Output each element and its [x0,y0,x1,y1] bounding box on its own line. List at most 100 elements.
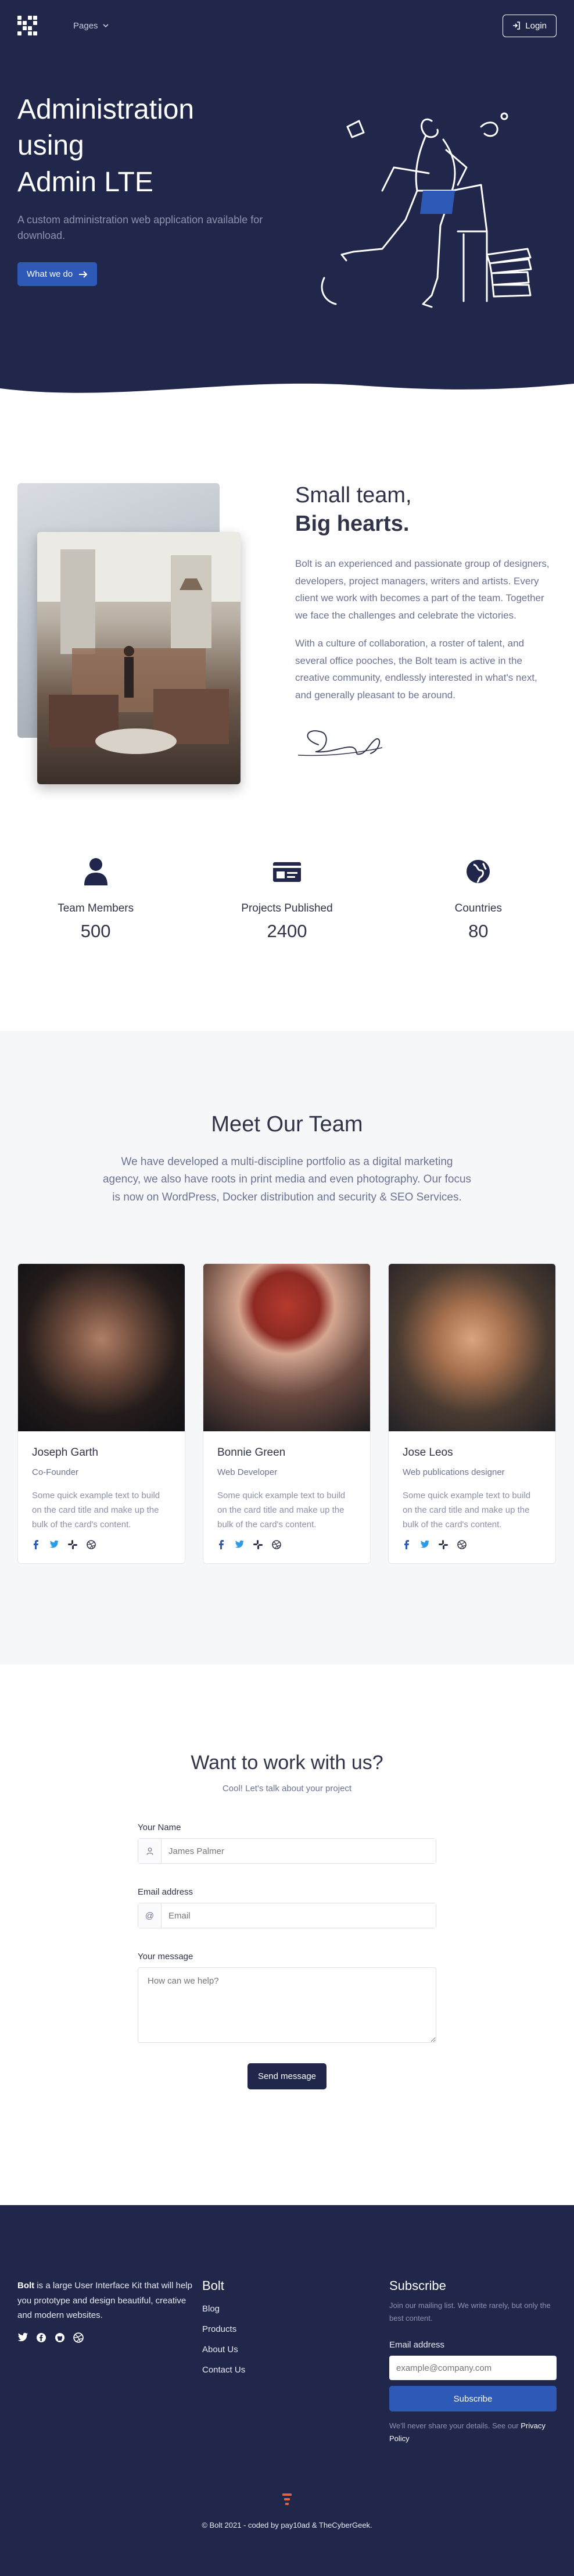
hero-title-line3: Admin LTE [17,166,153,198]
team-title: Meet Our Team [211,1112,363,1137]
footer-columns: Bolt is a large User Interface Kit that … [17,2278,557,2445]
member-name: Joseph Garth [32,1446,99,1459]
hero-title: Administration using Admin LTE [17,92,285,201]
team-card: Joseph Garth Co-Founder Some quick examp… [17,1263,185,1564]
what-we-do-button[interactable]: What we do [17,262,98,287]
about-text: Small team, Big hearts. Bolt is an exper… [295,481,551,765]
member-name: Jose Leos [403,1446,453,1459]
pages-dropdown[interactable]: Pages [73,21,109,31]
member-text: Some quick example text to build on the … [32,1491,160,1530]
team-cards: Joseph Garth Co-Founder Some quick examp… [0,1263,574,1564]
card-body: Bonnie Green Web Developer Some quick ex… [203,1431,370,1563]
stat-projects-published: Projects Published 2400 [229,856,345,1031]
email-input[interactable] [162,1903,436,1928]
stat-value: 2400 [267,921,307,941]
card-body: Joseph Garth Co-Founder Some quick examp… [18,1431,185,1563]
slack-icon[interactable] [68,1540,77,1550]
contact-section: Want to work with us? Cool! Let's talk a… [0,1664,574,2205]
contact-form: Your Name Email address @ Your message S… [138,1823,436,2089]
chevron-down-icon [102,24,109,28]
stat-label: Countries [454,902,502,914]
team-card: Jose Leos Web publications designer Some… [388,1263,556,1564]
about-heading-light: Small team, [295,483,412,508]
login-button[interactable]: Login [503,14,557,37]
privacy-note: We'll never share your details. See our … [389,2420,557,2445]
footer-link-blog[interactable]: Blog [202,2304,389,2314]
footer-about: Bolt is a large User Interface Kit that … [17,2278,202,2445]
subscribe-button[interactable]: Subscribe [389,2386,557,2412]
name-input-group [138,1838,436,1864]
member-name: Bonnie Green [217,1446,286,1459]
hero-title-line2: using [17,130,84,162]
member-socials [403,1540,541,1550]
signature [297,730,383,756]
stat-team-members: Team Members 500 [38,856,154,1031]
stat-value: 80 [468,921,489,941]
pages-label: Pages [73,20,98,31]
email-label: Email address [138,1887,193,1897]
header: Pages Login Administration using Admin L… [0,0,574,406]
about-paragraph-2: With a culture of collaboration, a roste… [295,637,537,701]
stat-countries: Countries 80 [420,856,536,1031]
privacy-note-text: We'll never share your details. See our [389,2421,521,2431]
dribbble-icon[interactable] [73,2332,84,2343]
about-section: Small team, Big hearts. Bolt is an exper… [0,406,574,839]
facebook-icon[interactable] [32,1540,40,1550]
footer-description-text: is a large User Interface Kit that will … [17,2281,192,2320]
member-photo [389,1264,555,1432]
footer-description: Bolt is a large User Interface Kit that … [17,2278,202,2323]
twitter-icon[interactable] [235,1540,244,1548]
footer-brand-bold: Bolt [17,2281,35,2291]
stats-section: Team Members 500 Projects Published 2400… [0,839,574,1031]
name-input[interactable] [162,1839,436,1863]
team-lead: We have developed a multi-discipline por… [102,1156,472,1203]
hero-title-line1: Administration [17,94,195,125]
member-photo [18,1264,185,1432]
footer-link-contact-us[interactable]: Contact Us [202,2365,389,2375]
logo[interactable] [17,16,37,35]
stat-label: Projects Published [241,902,333,914]
arrow-right-icon [79,270,88,278]
dribbble-icon[interactable] [457,1540,467,1550]
message-textarea[interactable] [138,1967,436,2043]
subscribe-email-input[interactable] [389,2356,557,2381]
slack-icon[interactable] [439,1540,448,1550]
office-photo-front [37,532,241,784]
facebook-circle-icon[interactable] [36,2332,46,2343]
footer-links-title: Bolt [202,2278,224,2293]
subscribe-text: Join our mailing list. We write rarely, … [389,2301,551,2323]
send-message-button[interactable]: Send message [247,2063,327,2089]
name-label: Your Name [138,1823,181,1832]
twitter-icon[interactable] [420,1540,429,1548]
member-socials [32,1540,171,1550]
footer-link-products[interactable]: Products [202,2324,389,2334]
member-photo [203,1264,370,1432]
about-heading: Small team, Big hearts. [295,481,551,539]
login-label: Login [525,20,547,31]
card-body: Jose Leos Web publications designer Some… [389,1431,555,1563]
footer-link-about-us[interactable]: About Us [202,2345,389,2355]
contact-title: Want to work with us? [191,1752,383,1774]
contact-subtitle: Cool! Let's talk about your project [222,1784,352,1793]
hero-section: Administration using Admin LTE A custom … [0,51,574,406]
about-heading-bold: Big hearts. [295,512,410,537]
bolt-logo-icon [282,2493,292,2505]
footer: Bolt is a large User Interface Kit that … [0,2205,574,2576]
facebook-icon[interactable] [403,1540,411,1550]
id-card-icon [272,862,301,882]
member-text: Some quick example text to build on the … [403,1491,531,1530]
at-sign-icon: @ [138,1903,162,1928]
dribbble-icon[interactable] [272,1540,281,1550]
message-label: Your message [138,1952,193,1962]
dribbble-icon[interactable] [87,1540,96,1550]
member-role: Co-Founder [32,1467,79,1478]
twitter-icon[interactable] [49,1540,59,1548]
about-paragraph-1: Bolt is an experienced and passionate gr… [295,558,550,621]
twitter-icon[interactable] [17,2332,28,2342]
slack-icon[interactable] [253,1540,263,1550]
member-socials [217,1540,356,1550]
github-icon[interactable] [55,2332,65,2343]
facebook-icon[interactable] [217,1540,225,1550]
navbar: Pages Login [0,0,574,51]
hero-wave [0,383,574,406]
